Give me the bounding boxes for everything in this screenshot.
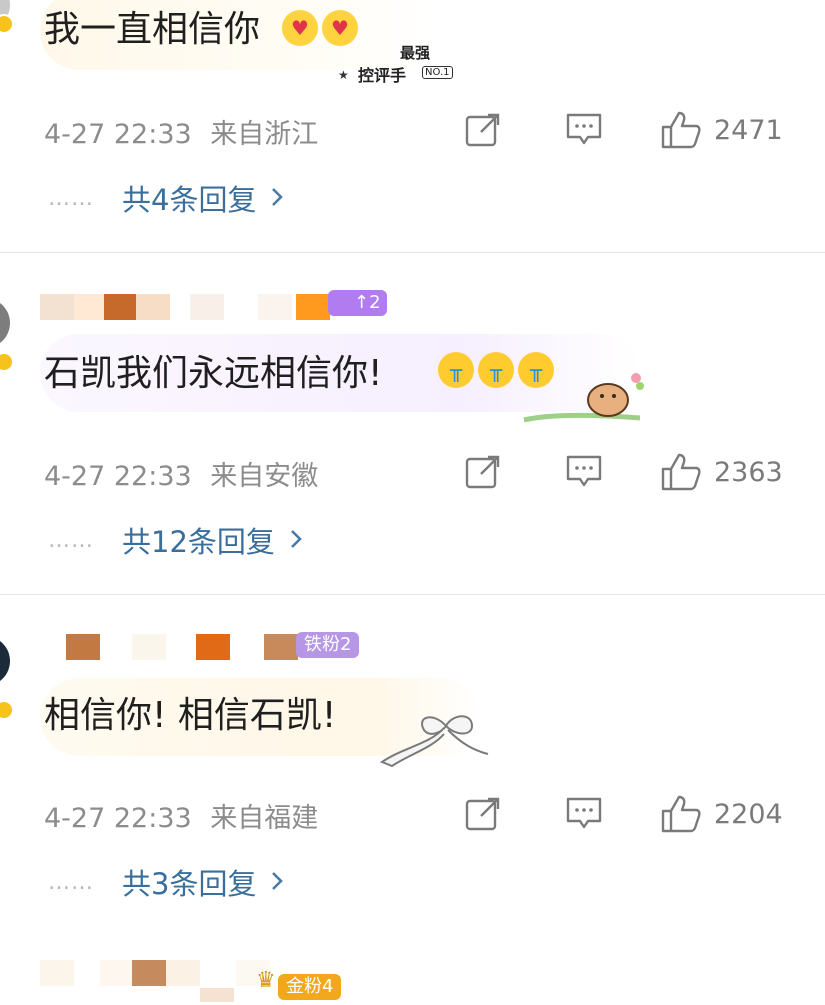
share-icon <box>465 113 500 147</box>
share-button[interactable] <box>464 110 502 150</box>
like-count: 2204 <box>714 798 783 830</box>
comment-icon <box>566 113 602 145</box>
replies-count-label: 共4条回复 <box>122 183 257 217</box>
verified-badge-icon <box>0 14 14 34</box>
comment-meta: 4-27 22:33 来自浙江 <box>44 112 318 151</box>
pig-sticker-icon <box>523 373 644 423</box>
view-replies-link[interactable]: …… 共3条回复 <box>48 862 284 902</box>
heart-face-emoji-icon: ♥ <box>322 10 358 46</box>
like-count: 2471 <box>714 114 783 146</box>
emoji-group: ♥ ♥ <box>282 10 358 46</box>
comment-icon <box>566 797 602 829</box>
comment-meta: 4-27 22:33 来自福建 <box>44 796 318 835</box>
like-button[interactable]: 2363 <box>660 452 783 492</box>
verified-badge-icon <box>0 700 14 720</box>
comment-icon <box>566 455 602 487</box>
like-button[interactable]: 2471 <box>660 110 783 150</box>
heart-face-emoji-icon: ♥ <box>282 10 318 46</box>
dots-icon: …… <box>48 527 94 553</box>
comment-button[interactable] <box>564 110 604 150</box>
ribbon-bow-sticker-icon <box>379 715 489 768</box>
share-icon <box>465 455 500 489</box>
view-replies-link[interactable]: …… 共4条回复 <box>48 178 284 218</box>
view-replies-link[interactable]: …… 共12条回复 <box>48 520 303 560</box>
share-button[interactable] <box>464 794 502 834</box>
divider <box>0 594 825 595</box>
comment-location: 来自浙江 <box>210 119 319 150</box>
comment-text: 石凯我们永远相信你! <box>44 353 383 394</box>
comment-text: 我一直相信你 <box>44 9 261 50</box>
crying-emoji-icon: ╥ <box>478 352 514 388</box>
divider <box>0 252 825 253</box>
comment-time: 4-27 22:33 <box>44 461 192 492</box>
comment-time: 4-27 22:33 <box>44 119 192 150</box>
comment-text: 相信你! 相信石凯! <box>44 695 337 736</box>
level-badge: ↑2 <box>328 290 387 316</box>
chevron-right-icon <box>270 181 284 215</box>
dots-icon: …… <box>48 185 94 211</box>
share-icon <box>465 797 500 831</box>
comment-time: 4-27 22:33 <box>44 803 192 834</box>
fan-level-badge: 铁粉2 <box>296 632 360 658</box>
dots-icon: …… <box>48 869 94 895</box>
crying-emoji-icon: ╥ <box>438 352 474 388</box>
replies-count-label: 共12条回复 <box>122 525 275 559</box>
verified-badge-icon <box>0 352 14 372</box>
chevron-right-icon <box>270 865 284 899</box>
username[interactable] <box>40 954 280 1002</box>
chevron-right-icon <box>289 523 303 557</box>
username[interactable] <box>40 628 340 662</box>
avatar[interactable] <box>0 298 10 348</box>
fan-level-badge: 金粉4 <box>278 974 342 1000</box>
like-count: 2363 <box>714 456 783 488</box>
thumbs-up-icon <box>661 111 701 149</box>
thumbs-up-icon <box>661 795 701 833</box>
comment-location: 来自福建 <box>210 803 319 834</box>
like-button[interactable]: 2204 <box>660 794 783 834</box>
comment-meta: 4-27 22:33 来自安徽 <box>44 454 318 493</box>
share-button[interactable] <box>464 452 502 492</box>
comment-location: 来自安徽 <box>210 461 319 492</box>
top-commenter-badge-icon: 最强 控评手 NO.1 ★ <box>338 42 453 86</box>
comment-button[interactable] <box>564 452 604 492</box>
avatar[interactable] <box>0 636 10 686</box>
comment-button[interactable] <box>564 794 604 834</box>
thumbs-up-icon <box>661 453 701 491</box>
replies-count-label: 共3条回复 <box>122 867 257 901</box>
